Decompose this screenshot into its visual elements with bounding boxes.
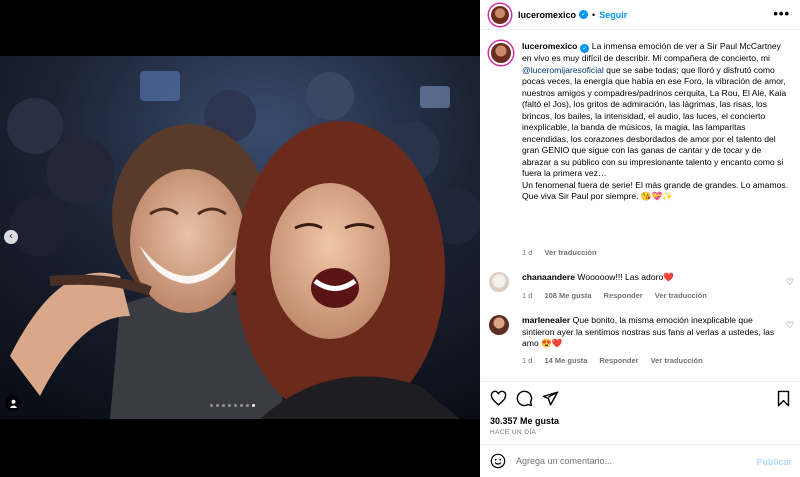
likes-count[interactable]: 30.357 Me gusta <box>490 416 559 426</box>
comment-item: marlenealer Que bonito, la misma emoción… <box>489 315 794 350</box>
comment-time: 1 d <box>522 356 533 365</box>
post-side-panel: luceromexico ✓ • Seguir ••• luceromexico… <box>480 0 800 477</box>
comment-body: marlenealer Que bonito, la misma emoción… <box>522 315 777 350</box>
carousel-dot <box>246 404 249 407</box>
comment-meta: 1 d 108 Me gusta Responder Ver traducció… <box>522 291 707 300</box>
comment-reply-button[interactable]: Responder <box>604 291 643 300</box>
caption-text: luceromexico ✓ La inmensa emoción de ver … <box>522 41 789 203</box>
header-separator: • <box>592 9 596 20</box>
comment-likes-count[interactable]: 14 Me gusta <box>544 356 587 365</box>
comment-meta: 1 d 14 Me gusta Responder Ver traducción <box>522 356 703 365</box>
author-avatar[interactable] <box>489 3 511 26</box>
verified-badge-icon: ✓ <box>579 10 589 19</box>
comment-like-heart-icon[interactable]: ♡ <box>786 321 794 331</box>
carousel-dot <box>234 404 237 407</box>
comment-likes-count[interactable]: 108 Me gusta <box>544 291 591 300</box>
comment-translate-link[interactable]: Ver traducción <box>655 291 707 300</box>
caption-mention-link[interactable]: @luceromijaresoficial <box>522 65 604 75</box>
carousel-dot <box>228 404 231 407</box>
author-username[interactable]: luceromexico <box>518 10 576 20</box>
user-tag-icon <box>9 399 17 408</box>
bookmark-icon[interactable] <box>775 390 792 407</box>
comment-like-heart-icon[interactable]: ♡ <box>786 278 794 288</box>
comment-username[interactable]: chanaandere <box>522 272 575 282</box>
carousel-dot <box>252 404 255 407</box>
comment-reply-button[interactable]: Responder <box>599 356 638 365</box>
caption-author-avatar[interactable] <box>489 41 513 65</box>
caption-time: 1 d <box>522 248 533 257</box>
chevron-left-icon: ‹ <box>9 231 13 242</box>
comment-time: 1 d <box>522 291 533 300</box>
post-photo[interactable] <box>0 56 480 419</box>
comment-composer: Publicar <box>480 444 800 477</box>
comment-username[interactable]: marlenealer <box>522 315 570 325</box>
carousel-dot <box>240 404 243 407</box>
caption-text-part-2: que se sabe todas; que lloró y disfrutó … <box>522 64 789 202</box>
publish-comment-button[interactable]: Publicar <box>756 457 792 467</box>
post-header: luceromexico ✓ • Seguir ••• <box>480 0 800 30</box>
heart-icon[interactable] <box>490 390 507 407</box>
comment-body: chanaandere Wooooow!!! Las adoro❤️ <box>522 272 777 292</box>
carousel-dot <box>216 404 219 407</box>
caption-translate-link[interactable]: Ver traducción <box>544 248 596 257</box>
follow-button[interactable]: Seguir <box>599 10 627 20</box>
carousel-indicator <box>210 404 255 407</box>
emoji-icon[interactable] <box>490 453 506 469</box>
comment-input[interactable] <box>516 456 736 466</box>
caption-username[interactable]: luceromexico <box>522 41 577 51</box>
tagged-users-button[interactable] <box>5 395 21 411</box>
media-pane: ‹ <box>0 0 480 477</box>
carousel-prev-button[interactable]: ‹ <box>4 230 18 244</box>
post-timestamp: HACE UN DÍA <box>490 429 537 436</box>
post-caption: luceromexico ✓ La inmensa emoción de ver … <box>489 41 789 203</box>
comment-text: Wooooow!!! Las adoro❤️ <box>577 272 674 282</box>
comment-translate-link[interactable]: Ver traducción <box>651 356 703 365</box>
post-actions-bar <box>480 381 800 415</box>
caption-meta: 1 d Ver traducción <box>522 248 597 257</box>
caption-verified-badge-icon: ✓ <box>580 44 590 54</box>
comment-avatar[interactable] <box>489 315 509 335</box>
comment-avatar[interactable] <box>489 272 509 292</box>
comment-item: chanaandere Wooooow!!! Las adoro❤️ ♡ <box>489 272 794 292</box>
instagram-post-modal: ‹ luceromexico ✓ • Seguir ••• luceromexi… <box>0 0 800 477</box>
more-options-icon[interactable]: ••• <box>773 6 790 21</box>
comment-icon[interactable] <box>516 390 533 407</box>
carousel-dot <box>210 404 213 407</box>
carousel-dot <box>222 404 225 407</box>
send-icon[interactable] <box>542 390 559 407</box>
